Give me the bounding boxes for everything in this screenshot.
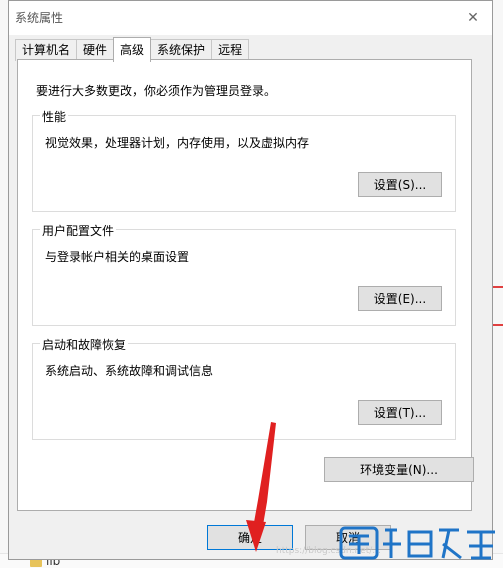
environment-variables-button[interactable]: 环境变量(N)...: [324, 457, 474, 482]
close-button[interactable]: ✕: [462, 7, 484, 29]
watermark-logo-icon: [339, 526, 495, 560]
background-highlight: [493, 286, 503, 288]
performance-group: 性能 视觉效果，处理器计划，内存使用，以及虚拟内存 设置(S)...: [32, 108, 456, 212]
background-highlight: [493, 324, 503, 326]
group-description: 视觉效果，处理器计划，内存使用，以及虚拟内存: [45, 136, 310, 150]
group-description: 系统启动、系统故障和调试信息: [45, 364, 214, 378]
watermark-logo: [339, 524, 499, 564]
group-legend: 用户配置文件: [40, 222, 117, 239]
system-properties-dialog: 系统属性 ✕ 计算机名 硬件 高级 系统保护 远程 要进行大多数更改，你必须作为…: [8, 0, 493, 560]
group-legend: 性能: [40, 108, 69, 125]
tab-remote[interactable]: 远程: [211, 39, 250, 61]
group-legend: 启动和故障恢复: [40, 336, 129, 353]
tab-advanced[interactable]: 高级: [113, 37, 152, 62]
dialog-title: 系统属性: [15, 11, 64, 25]
close-icon: ✕: [467, 10, 479, 26]
startup-recovery-settings-button[interactable]: 设置(T)...: [358, 400, 442, 425]
performance-settings-button[interactable]: 设置(S)...: [358, 172, 442, 197]
user-profiles-settings-button[interactable]: 设置(E)...: [358, 286, 442, 311]
tab-system-protection[interactable]: 系统保护: [150, 39, 213, 61]
tab-computer-name[interactable]: 计算机名: [15, 39, 78, 61]
tab-hardware[interactable]: 硬件: [76, 39, 115, 61]
tab-strip: 计算机名 硬件 高级 系统保护 远程: [15, 37, 250, 62]
group-description: 与登录帐户相关的桌面设置: [45, 250, 190, 264]
user-profiles-group: 用户配置文件 与登录帐户相关的桌面设置 设置(E)...: [32, 222, 456, 326]
advanced-tab-panel: 要进行大多数更改，你必须作为管理员登录。 性能 视觉效果，处理器计划，内存使用，…: [17, 59, 474, 511]
startup-recovery-group: 启动和故障恢复 系统启动、系统故障和调试信息 设置(T)...: [32, 336, 456, 440]
background-window-right-edge: [492, 0, 503, 568]
title-bar: 系统属性 ✕: [9, 1, 492, 35]
admin-note: 要进行大多数更改，你必须作为管理员登录。: [36, 84, 277, 98]
